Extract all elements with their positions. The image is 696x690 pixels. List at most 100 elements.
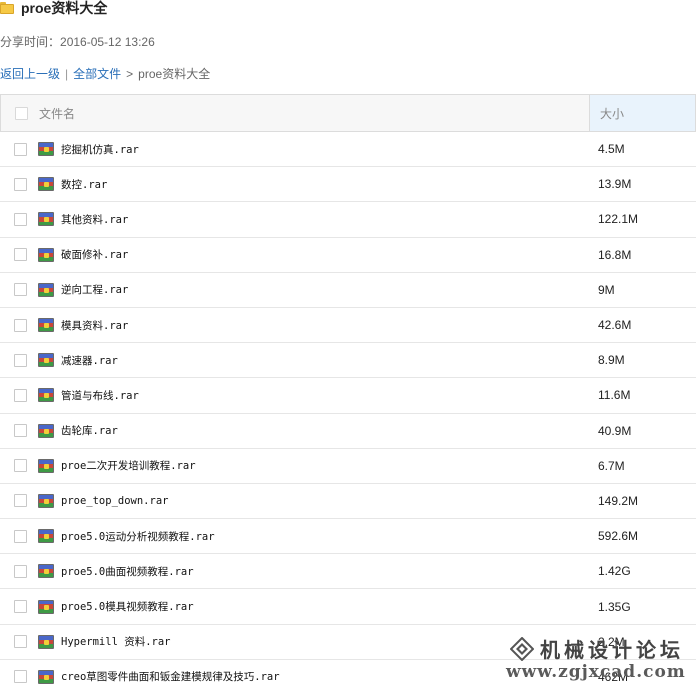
file-name-cell: proe5.0曲面视频教程.rar [0, 564, 588, 579]
row-checkbox[interactable] [14, 529, 27, 543]
file-size: 16.8M [598, 247, 632, 262]
table-row[interactable]: 模具资料.rar 42.6M [0, 308, 696, 344]
table-row[interactable]: Hypermill 资料.rar 2.2M [0, 625, 696, 660]
table-row[interactable]: 破面修补.rar 16.8M [0, 238, 696, 273]
file-size: 6.7M [598, 458, 625, 473]
file-size: 13.9M [598, 177, 632, 192]
row-checkbox[interactable] [14, 424, 27, 438]
table-row[interactable]: 管道与布线.rar 11.6M [0, 378, 696, 414]
file-size: 40.9M [598, 423, 632, 438]
rar-archive-icon [38, 634, 54, 649]
row-checkbox[interactable] [14, 388, 27, 402]
file-name-cell: creo草图零件曲面和钣金建模规律及技巧.rar [0, 669, 588, 684]
table-row[interactable]: 齿轮库.rar 40.9M [0, 414, 696, 449]
all-files-link[interactable]: 全部文件 [73, 65, 121, 82]
rar-archive-icon [38, 353, 54, 368]
table-row[interactable]: creo草图零件曲面和钣金建模规律及技巧.rar 462M [0, 660, 696, 690]
rar-archive-icon [38, 388, 54, 403]
row-checkbox[interactable] [14, 283, 27, 297]
file-size: 122.1M [598, 212, 639, 227]
file-name-link[interactable]: proe5.0运动分析视频教程.rar [61, 529, 215, 544]
table-row[interactable]: 其他资料.rar 122.1M [0, 202, 696, 238]
file-name-cell: 管道与布线.rar [0, 388, 588, 403]
file-name-cell: Hypermill 资料.rar [0, 634, 588, 649]
file-name-link[interactable]: proe二次开发培训教程.rar [61, 458, 196, 473]
file-name-link[interactable]: creo草图零件曲面和钣金建模规律及技巧.rar [61, 669, 280, 684]
rar-archive-icon [38, 599, 54, 614]
rar-archive-icon [38, 142, 54, 157]
rar-archive-icon [38, 318, 54, 333]
row-checkbox[interactable] [14, 635, 27, 649]
file-name-link[interactable]: 数控.rar [61, 177, 107, 192]
file-name-cell: 数控.rar [0, 177, 588, 192]
file-name-link[interactable]: 模具资料.rar [61, 318, 128, 333]
file-name-link[interactable]: 逆向工程.rar [61, 282, 128, 297]
table-row[interactable]: proe二次开发培训教程.rar 6.7M [0, 449, 696, 484]
file-name-link[interactable]: 挖掘机仿真.rar [61, 142, 139, 157]
file-name-link[interactable]: 破面修补.rar [61, 247, 128, 262]
row-checkbox[interactable] [14, 212, 27, 226]
file-name-link[interactable]: 齿轮库.rar [61, 423, 118, 438]
file-size: 2.2M [598, 634, 625, 649]
row-checkbox[interactable] [14, 494, 27, 508]
file-name-cell: 逆向工程.rar [0, 282, 588, 297]
file-name-link[interactable]: 减速器.rar [61, 353, 118, 368]
file-name-cell: 其他资料.rar [0, 212, 588, 227]
table-row[interactable]: 数控.rar 13.9M [0, 167, 696, 203]
column-name-header[interactable]: 文件名 [1, 95, 589, 131]
file-name-link[interactable]: 其他资料.rar [61, 212, 128, 227]
row-checkbox[interactable] [14, 564, 27, 578]
share-time: 分享时间：2016-05-12 13:26 [0, 33, 155, 50]
file-size: 1.42G [598, 564, 631, 579]
file-name-link[interactable]: 管道与布线.rar [61, 388, 139, 403]
file-name-link[interactable]: Hypermill 资料.rar [61, 634, 171, 649]
file-name-cell: proe5.0运动分析视频教程.rar [0, 529, 588, 544]
folder-icon [0, 2, 14, 14]
row-checkbox[interactable] [14, 177, 27, 191]
file-size: 9M [598, 282, 615, 297]
rar-archive-icon [38, 282, 54, 297]
file-size: 42.6M [598, 318, 632, 333]
breadcrumb-current: proe资料大全 [138, 67, 211, 81]
file-size: 4.5M [598, 142, 625, 157]
file-size: 149.2M [598, 493, 639, 508]
file-name-cell: 模具资料.rar [0, 318, 588, 333]
select-all-checkbox[interactable] [15, 106, 28, 120]
share-time-value: 2016-05-12 13:26 [60, 35, 155, 49]
file-name-link[interactable]: proe_top_down.rar [61, 495, 168, 507]
column-size-header[interactable]: 大小 [589, 95, 695, 131]
file-name-cell: 齿轮库.rar [0, 423, 588, 438]
row-checkbox[interactable] [14, 248, 27, 262]
table-row[interactable]: 逆向工程.rar 9M [0, 273, 696, 308]
table-row[interactable]: 挖掘机仿真.rar 4.5M [0, 132, 696, 168]
row-checkbox[interactable] [14, 670, 27, 684]
table-row[interactable]: 减速器.rar 8.9M [0, 343, 696, 379]
rar-archive-icon [38, 423, 54, 438]
row-checkbox[interactable] [14, 142, 27, 156]
row-checkbox[interactable] [14, 353, 27, 367]
back-link[interactable]: 返回上一级 [0, 65, 60, 82]
file-name-link[interactable]: proe5.0模具视频教程.rar [61, 599, 194, 614]
rar-archive-icon [38, 177, 54, 192]
table-body: 挖掘机仿真.rar 4.5M 数控.rar 13.9M 其他资料.rar 122.1M 破面… [0, 132, 696, 690]
rar-archive-icon [38, 247, 54, 262]
table-row[interactable]: proe5.0运动分析视频教程.rar 592.6M [0, 519, 696, 555]
file-size: 462M [598, 669, 629, 684]
file-name-cell: 挖掘机仿真.rar [0, 142, 588, 157]
table-row[interactable]: proe5.0模具视频教程.rar 1.35G [0, 589, 696, 625]
column-size-label: 大小 [600, 106, 625, 121]
row-checkbox[interactable] [14, 459, 27, 473]
column-name-label: 文件名 [39, 106, 76, 121]
file-size: 1.35G [598, 599, 631, 614]
rar-archive-icon [38, 493, 54, 508]
rar-archive-icon [38, 529, 54, 544]
table-row[interactable]: proe_top_down.rar 149.2M [0, 484, 696, 520]
row-checkbox[interactable] [14, 318, 27, 332]
rar-archive-icon [38, 564, 54, 579]
row-checkbox[interactable] [14, 600, 27, 614]
file-name-cell: 减速器.rar [0, 353, 588, 368]
rar-archive-icon [38, 212, 54, 227]
rar-archive-icon [38, 669, 54, 684]
file-name-link[interactable]: proe5.0曲面视频教程.rar [61, 564, 194, 579]
table-row[interactable]: proe5.0曲面视频教程.rar 1.42G [0, 554, 696, 590]
